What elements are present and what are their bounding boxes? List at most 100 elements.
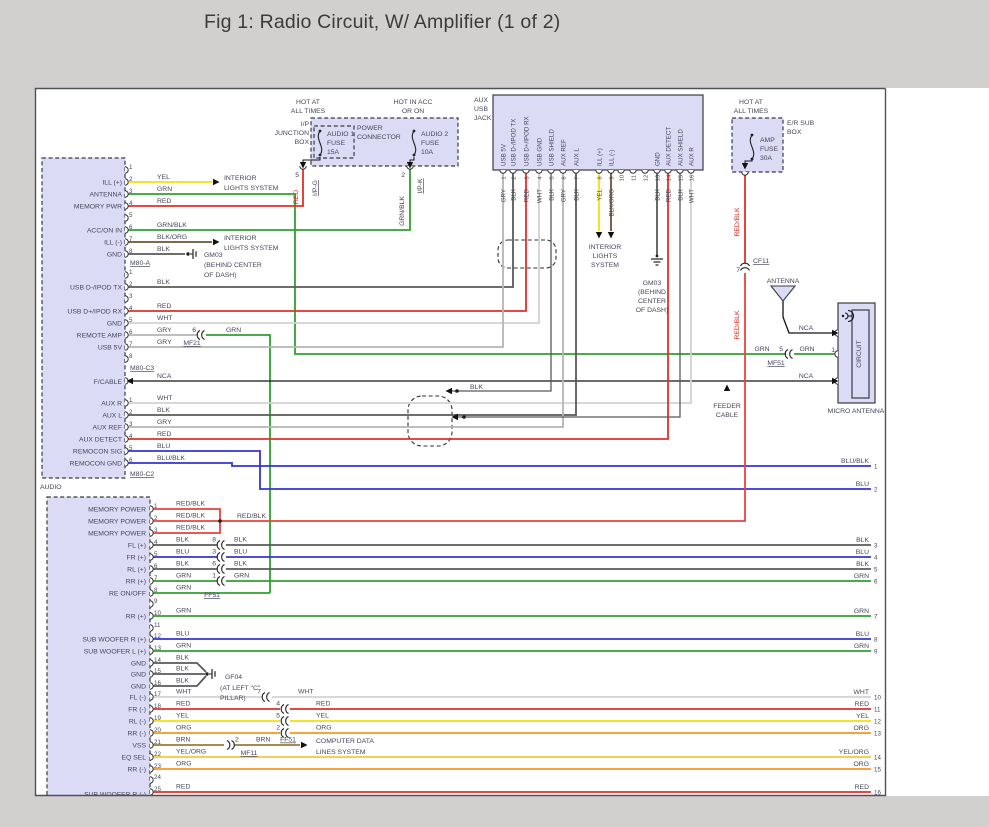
label-cf11: CF11 — [753, 258, 769, 265]
label-box: BOX — [295, 139, 310, 146]
label-fuse: FUSE — [327, 140, 346, 147]
junction-dot — [218, 519, 222, 523]
label-rl: RL (+) — [127, 567, 146, 574]
label-wht: WHT — [157, 395, 172, 402]
pin-bump — [125, 400, 128, 406]
label-m80-c3: M80-C3 — [130, 365, 154, 372]
label-fr: FR (+) — [127, 555, 146, 562]
signal-wave-icon — [842, 315, 844, 317]
label-wht: WHT — [176, 689, 191, 696]
label-red: RED — [157, 303, 171, 310]
label-yel: YEL — [316, 713, 329, 720]
jack-wire-color-label: WHT — [689, 189, 696, 203]
pin-number: 18 — [154, 703, 161, 710]
jack-pin-number: 16 — [689, 175, 695, 181]
label-behind-center: (BEHIND CENTER — [204, 262, 262, 269]
label-fl: FL (+) — [128, 543, 146, 550]
jack-pin-label-ill: ILL (+) — [597, 148, 604, 166]
label-rl: RL (-) — [129, 719, 146, 726]
pin-bump — [125, 191, 128, 197]
label-behind: (BEHIND — [638, 289, 666, 296]
pin-number: 23 — [154, 763, 161, 770]
fuse-symbol — [319, 154, 322, 157]
label-yel: YEL — [176, 713, 189, 720]
label-sub-woofer-l: SUB WOOFER L (+) — [84, 649, 146, 656]
label-interior: INTERIOR — [589, 244, 622, 251]
label-org: ORG — [176, 761, 191, 768]
label-usb-d-ipod-rx: USB D+/IPOD RX — [67, 309, 122, 316]
label-hot-in-acc: HOT IN ACC — [394, 99, 433, 106]
pin-bump — [150, 590, 153, 596]
label-junction: JUNCTION — [275, 130, 309, 137]
label-hot-at: HOT AT — [739, 99, 763, 106]
jack-pin-label-usb-5v: USB 5V — [501, 143, 508, 166]
label-5: 5 — [295, 172, 299, 179]
junction-dot — [455, 389, 459, 393]
label-rr: RR (+) — [126, 579, 146, 586]
label-mf51: MF51 — [767, 360, 785, 367]
pin-bump — [125, 203, 128, 209]
pin-number: 4 — [874, 555, 878, 562]
jack-pin-number: 12 — [643, 175, 649, 181]
label-blk: BLK — [234, 537, 247, 544]
label-remote-amp: REMOTE AMP — [77, 333, 123, 340]
label-pillar: PILLAR) — [220, 695, 246, 702]
jack-pin-label-aux-shield: AUX SHIELD — [678, 129, 685, 166]
label-or-on: OR ON — [402, 108, 424, 115]
fuse-symbol — [751, 158, 754, 161]
label-blu: BLU — [176, 631, 189, 638]
label-blk: BLK — [470, 384, 483, 391]
label-center: CENTER — [638, 298, 666, 305]
jack-wire-color-label: WHT — [537, 189, 544, 203]
pin-number: 7 — [874, 614, 878, 621]
jack-pin-number: 6 — [561, 176, 567, 179]
jack-pin-label-usb-shield: USB SHIELD — [549, 129, 556, 166]
pin-bump — [125, 284, 128, 290]
jack-wire-color-label: BLK/ORG — [609, 189, 616, 217]
pin-number: 11 — [874, 707, 881, 714]
pin-bump — [835, 351, 838, 357]
label-fuse: FUSE — [421, 140, 440, 147]
jack-wire-color-label: BLK — [678, 188, 685, 201]
label-blu: BLU — [856, 549, 869, 556]
pin-bump — [665, 170, 671, 173]
pin-number: 8 — [154, 587, 158, 594]
label-blu: BLU — [856, 631, 869, 638]
label-blu-blk: BLU/BLK — [841, 458, 869, 465]
pin-bump — [150, 671, 153, 677]
label-of-dash: OF DASH) — [204, 272, 236, 279]
label-cable: CABLE — [716, 412, 739, 419]
pin-bump — [596, 170, 602, 173]
label-org: ORG — [854, 761, 869, 768]
pin-number: 12 — [874, 719, 881, 726]
label-red: RED — [157, 198, 171, 205]
pin-bump — [536, 170, 542, 173]
label-micro-antenna: MICRO ANTENNA — [828, 408, 885, 415]
jack-pin-number: 15 — [678, 175, 684, 181]
jack-wire-color-label: RED — [666, 188, 673, 202]
pin-number: 5 — [874, 567, 878, 574]
pin-bump — [688, 170, 694, 173]
label-yel: YEL — [856, 713, 869, 720]
label-5: 5 — [779, 346, 783, 353]
label-2: 2 — [276, 725, 280, 732]
label-blk: BLK — [176, 537, 189, 544]
pin-bump — [150, 554, 153, 560]
label-gf04: GF04 — [225, 674, 242, 681]
label-1: 1 — [831, 347, 835, 354]
pin-bump — [150, 636, 153, 642]
jack-wire-color-label: BLK — [574, 188, 581, 201]
pin-number: 2 — [129, 281, 133, 288]
label-antenna: ANTENNA — [767, 278, 800, 285]
label-jack: JACK — [474, 115, 492, 122]
pin-number: 7 — [129, 236, 133, 243]
label-brn: BRN — [256, 737, 270, 744]
label-red: RED — [157, 431, 171, 438]
label-hot-at: HOT AT — [296, 99, 320, 106]
pin-number: 1 — [129, 269, 133, 276]
label-grn: GRN — [176, 608, 191, 615]
jack-pin-number: 1 — [501, 176, 507, 179]
pin-number: 15 — [874, 767, 881, 774]
pin-number: 5 — [154, 551, 158, 558]
jack-pin-label-aux-l: AUX L — [574, 148, 581, 166]
